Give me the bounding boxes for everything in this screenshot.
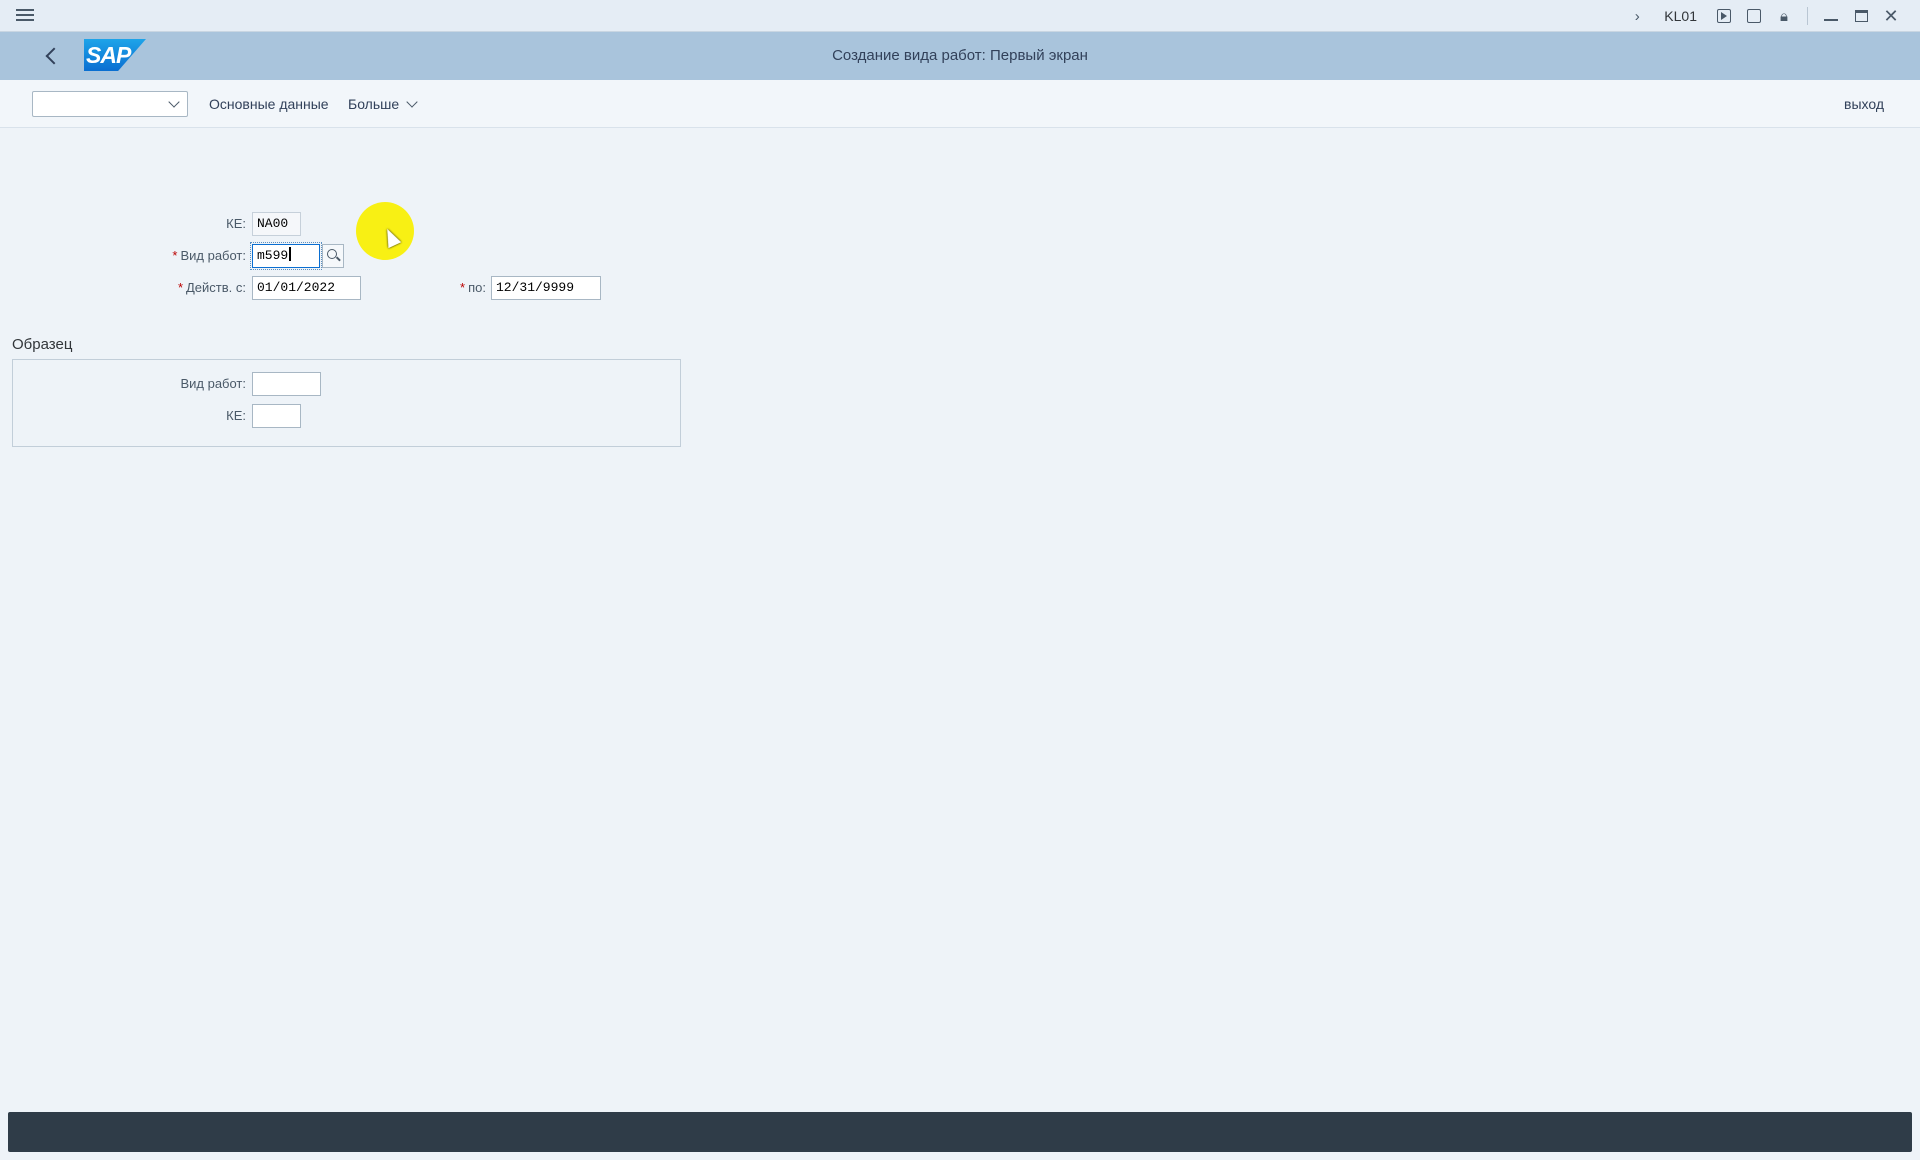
new-session-icon[interactable] [1739,0,1769,32]
mouse-pointer-icon [380,225,402,249]
controlling-area-field[interactable]: NA00 [252,212,301,236]
sap-logo: SAP [84,39,146,71]
template-activity-type-input[interactable] [252,372,321,396]
valid-from-input[interactable]: 01/01/2022 [252,276,361,300]
page-title: Создание вида работ: Первый экран [832,47,1088,64]
template-group-title: Образец [12,336,73,353]
activity-type-input[interactable]: m599 [250,242,322,270]
activity-type-label: * Вид работ: [150,245,246,267]
required-marker: * [172,248,178,263]
minimize-icon[interactable] [1816,0,1846,32]
status-bar [8,1112,1912,1152]
shell-header: SAP Создание вида работ: Первый экран [0,32,1920,80]
separator [1807,7,1808,25]
cursor-highlight [356,202,414,260]
valid-from-label-text: Действ. с: [186,280,246,295]
lock-icon[interactable]: 🔒︎ [1769,0,1799,32]
required-marker: * [177,280,183,295]
command-dropdown[interactable] [32,91,188,117]
template-group-box [12,359,681,447]
template-activity-type-label: Вид работ: [180,376,246,391]
activity-type-value: m599 [257,248,289,263]
more-menu-label: Больше [348,96,400,112]
text-caret [289,247,291,261]
valid-from-label: * Действ. с: [150,277,246,299]
exit-button[interactable]: выход [1844,91,1884,117]
valid-to-label: * по: [440,277,486,299]
menu-icon[interactable] [14,6,36,26]
play-icon[interactable] [1709,0,1739,32]
value-help-search-icon[interactable] [322,244,344,268]
system-bar-controls: › KL01 🔒︎ ✕ [1622,0,1906,32]
valid-to-input[interactable]: 12/31/9999 [491,276,601,300]
activity-type-label-text: Вид работ: [180,248,246,263]
required-marker: * [460,280,466,295]
close-icon[interactable]: ✕ [1876,0,1906,32]
template-controlling-area-label: КЕ: [226,408,246,423]
back-button[interactable] [36,40,68,72]
system-bar: › KL01 🔒︎ ✕ [0,0,1920,32]
valid-to-label-text: по: [468,280,486,295]
master-data-button[interactable]: Основные данные [209,91,329,117]
template-controlling-area-input[interactable] [252,404,301,428]
more-menu-button[interactable]: Больше [348,91,416,117]
transaction-code: KL01 [1664,8,1697,24]
toolbar: Основные данные Больше выход [0,80,1920,128]
controlling-area-label: КЕ: [226,216,246,231]
maximize-icon[interactable] [1846,0,1876,32]
chevron-right-icon[interactable]: › [1622,0,1652,32]
